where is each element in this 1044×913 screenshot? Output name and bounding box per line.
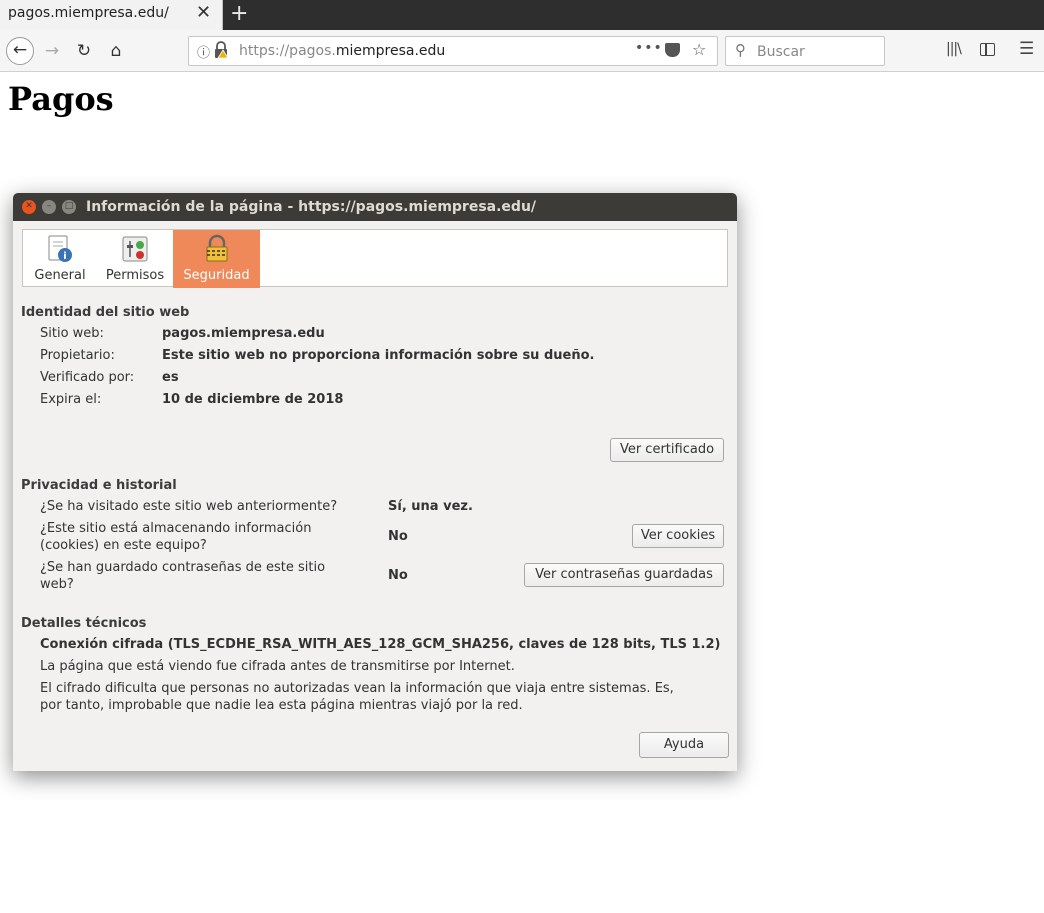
tab-seguridad[interactable]: Seguridad	[173, 230, 260, 288]
cookies-answer: No	[388, 529, 408, 544]
verified-value: es	[162, 370, 179, 385]
close-icon[interactable]: ✕	[22, 200, 36, 214]
page-actions-icon[interactable]: •••	[635, 40, 663, 56]
view-certificate-button[interactable]: Ver certificado	[610, 438, 724, 462]
view-cookies-button[interactable]: Ver cookies	[632, 524, 724, 548]
home-button[interactable]: ⌂	[102, 37, 130, 65]
view-saved-passwords-button[interactable]: Ver contraseñas guardadas	[524, 563, 724, 587]
lock-icon	[206, 234, 227, 262]
tech-line-3: por tanto, improbable que nadie lea esta…	[40, 698, 523, 713]
technical-heading: Detalles técnicos	[21, 616, 147, 631]
page-heading: Pagos	[8, 80, 114, 118]
maximize-icon[interactable]: □	[62, 200, 76, 214]
passwords-question-line2: web?	[40, 577, 74, 592]
connection-details: Conexión cifrada (TLS_ECDHE_RSA_WITH_AES…	[40, 637, 721, 652]
tab-permisos[interactable]: Permisos	[99, 230, 171, 288]
tab-seguridad-label: Seguridad	[183, 268, 250, 283]
owner-label: Propietario:	[40, 348, 115, 363]
hamburger-menu-icon[interactable]: ☰	[1019, 39, 1034, 59]
search-icon: ⚲	[735, 41, 746, 59]
url-domain: miempresa.edu	[335, 43, 446, 59]
passwords-answer: No	[388, 568, 408, 583]
info-icon: i	[48, 235, 72, 262]
privacy-heading: Privacidad e historial	[21, 478, 177, 493]
dialog-titlebar[interactable]: ✕ – □ Información de la página - https:/…	[13, 193, 737, 221]
back-button[interactable]: ←	[6, 37, 34, 65]
tab-permisos-label: Permisos	[105, 268, 165, 283]
help-button[interactable]: Ayuda	[639, 732, 729, 758]
visited-question: ¿Se ha visitado este sitio web anteriorm…	[40, 499, 338, 514]
page-info-dialog: ✕ – □ Información de la página - https:/…	[13, 193, 737, 771]
owner-value: Este sitio web no proporciona informació…	[162, 348, 595, 363]
reload-button[interactable]: ↻	[70, 37, 98, 65]
tech-line-1: La página que está viendo fue cifrada an…	[40, 659, 515, 674]
minimize-icon[interactable]: –	[42, 200, 56, 214]
search-input[interactable]: ⚲ Buscar	[725, 36, 885, 66]
navigation-toolbar: ← → ↻ ⌂ ⓘ https://pagos.miempresa.edu ••…	[0, 30, 1044, 72]
visited-answer: Sí, una vez.	[388, 499, 473, 514]
tab-general-label: General	[34, 268, 86, 283]
search-placeholder: Buscar	[757, 44, 805, 60]
library-icon[interactable]: |||\	[946, 41, 962, 57]
site-value: pagos.miempresa.edu	[162, 326, 325, 341]
bookmark-star-icon[interactable]: ☆	[692, 40, 706, 59]
permissions-icon	[122, 236, 148, 262]
url-prefix: https://pagos.	[239, 43, 336, 59]
sidebar-icon[interactable]	[980, 43, 995, 56]
new-tab-button[interactable]: +	[230, 0, 248, 28]
tab-general[interactable]: i General	[27, 230, 93, 288]
url-bar[interactable]: ⓘ https://pagos.miempresa.edu ••• ☆	[188, 36, 718, 66]
svg-text:i: i	[63, 251, 66, 262]
site-info-icon[interactable]: ⓘ	[197, 42, 210, 61]
expires-label: Expira el:	[40, 392, 102, 407]
site-label: Sitio web:	[40, 326, 104, 341]
insecure-lock-icon[interactable]	[214, 41, 228, 59]
pocket-icon[interactable]	[665, 43, 680, 57]
identity-heading: Identidad del sitio web	[21, 305, 190, 320]
cookies-question-line1: ¿Este sitio está almacenando información	[40, 521, 312, 536]
dialog-tab-bar: i General Permisos Seguridad	[22, 229, 728, 288]
tech-line-2: El cifrado dificulta que personas no aut…	[40, 681, 674, 696]
expires-value: 10 de diciembre de 2018	[162, 392, 344, 407]
verified-label: Verificado por:	[40, 370, 135, 385]
dialog-title: Información de la página - https://pagos…	[86, 199, 537, 215]
cookies-question-line2: (cookies) en este equipo?	[40, 538, 207, 553]
browser-tab[interactable]: pagos.miempresa.edu/ ✕	[0, 0, 223, 30]
passwords-question-line1: ¿Se han guardado contraseñas de este sit…	[40, 560, 326, 575]
tab-strip: pagos.miempresa.edu/ ✕ +	[0, 0, 1044, 30]
tab-close-icon[interactable]: ✕	[196, 2, 211, 23]
forward-button[interactable]: →	[38, 37, 66, 65]
url-text[interactable]: https://pagos.miempresa.edu	[239, 43, 445, 59]
tab-title: pagos.miempresa.edu/	[8, 5, 169, 21]
